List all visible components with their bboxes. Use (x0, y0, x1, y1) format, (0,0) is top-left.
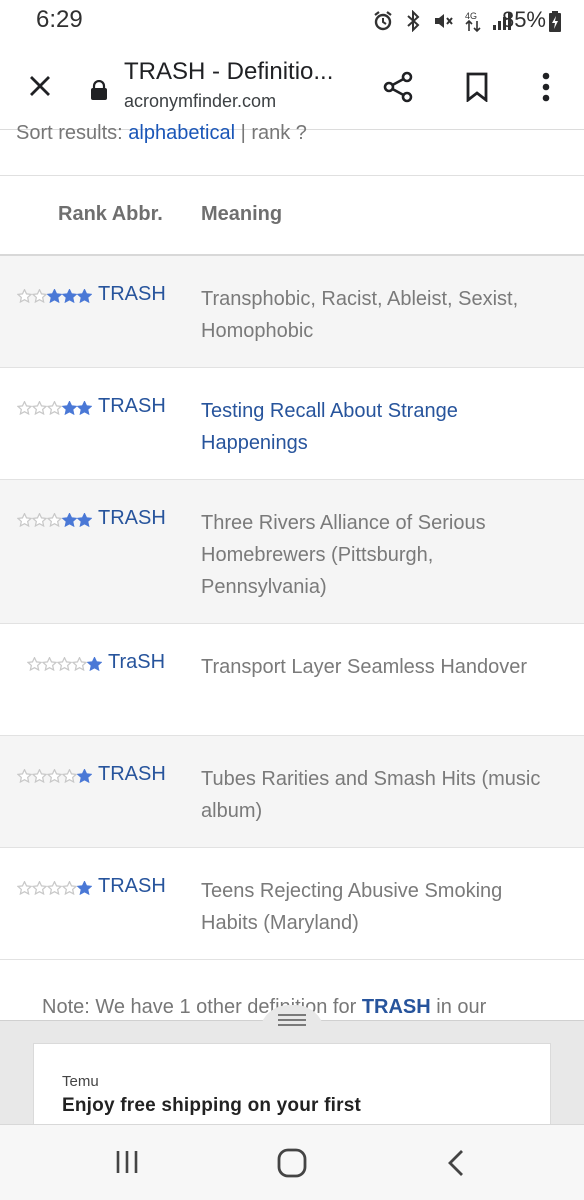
star-filled-icon (77, 513, 92, 527)
table-header: Rank Abbr. Meaning (0, 176, 584, 256)
star-empty-icon (17, 513, 32, 527)
share-icon (383, 71, 413, 103)
header-rank-abbr: Rank Abbr. (58, 203, 163, 225)
more-options-button[interactable] (526, 66, 566, 108)
star-filled-icon (77, 289, 92, 303)
results-table: Rank Abbr. Meaning TRASH Transphobic, Ra… (0, 175, 584, 960)
star-empty-icon (62, 881, 77, 895)
star-empty-icon (47, 881, 62, 895)
close-icon (30, 76, 50, 96)
star-filled-icon (77, 881, 92, 895)
lock-icon (91, 80, 107, 100)
star-empty-icon (17, 881, 32, 895)
status-icons: 4G (372, 9, 514, 33)
star-filled-icon (77, 401, 92, 415)
table-row: TRASH Tubes Rarities and Smash Hits (mus… (0, 736, 584, 848)
star-empty-icon (17, 769, 32, 783)
sort-separator: | (235, 122, 252, 144)
abbr-link[interactable]: TRASH (98, 763, 166, 786)
bookmark-button[interactable] (456, 66, 498, 108)
svg-text:4G: 4G (465, 11, 477, 21)
note-term-link[interactable]: TRASH (362, 996, 431, 1018)
status-time: 6:29 (36, 6, 83, 33)
status-bar: 6:29 4G 85% (0, 0, 584, 44)
battery-percent: 85% (501, 7, 546, 32)
rank-stars (17, 769, 92, 783)
abbr-link[interactable]: TRASH (98, 875, 166, 898)
abbr-link[interactable]: TraSH (108, 651, 165, 674)
battery-charging-icon (549, 11, 561, 32)
recents-icon[interactable] (112, 1149, 142, 1175)
data-arrows-icon: 4G (465, 11, 481, 33)
back-icon[interactable] (444, 1149, 468, 1177)
bookmark-icon (466, 72, 488, 102)
star-empty-icon (72, 657, 87, 671)
meaning-text: Transport Layer Seamless Handover (201, 656, 528, 678)
sort-options: Sort results: alphabetical | rank ? (16, 122, 307, 145)
star-empty-icon (47, 513, 62, 527)
sort-rank-link[interactable]: rank ? (251, 122, 307, 144)
meaning-text: Tubes Rarities and Smash Hits (music alb… (201, 768, 541, 822)
page-title: TRASH - Definitio... (124, 58, 334, 85)
star-empty-icon (17, 401, 32, 415)
meaning-text: Transphobic, Racist, Ableist, Sexist, Ho… (201, 288, 519, 342)
star-filled-icon (77, 769, 92, 783)
note-text: Note: We have 1 other definition for TRA… (42, 996, 486, 1019)
star-empty-icon (32, 769, 47, 783)
star-filled-icon (87, 657, 102, 671)
table-row: TRASH Transphobic, Racist, Ableist, Sexi… (0, 256, 584, 368)
table-row: TraSH Transport Layer Seamless Handover (0, 624, 584, 736)
star-empty-icon (62, 769, 77, 783)
star-empty-icon (32, 881, 47, 895)
star-empty-icon (32, 513, 47, 527)
ad-brand: Temu (62, 1073, 99, 1090)
star-empty-icon (47, 401, 62, 415)
drag-handle-icon (278, 1014, 306, 1026)
custom-tab-toolbar: TRASH - Definitio... acronymfinder.com (0, 44, 584, 130)
meaning-link[interactable]: Testing Recall About Strange Happenings (201, 395, 541, 459)
note-suffix: in our (430, 996, 487, 1018)
table-row: TRASH Three Rivers Alliance of Serious H… (0, 480, 584, 624)
star-empty-icon (57, 657, 72, 671)
meaning-text: Three Rivers Alliance of Serious Homebre… (201, 512, 486, 598)
star-empty-icon (32, 289, 47, 303)
rank-stars (17, 881, 92, 895)
star-filled-icon (62, 401, 77, 415)
rank-stars (17, 401, 92, 415)
star-filled-icon (62, 513, 77, 527)
table-row: TRASH Testing Recall About Strange Happe… (0, 368, 584, 480)
rank-stars (27, 657, 102, 671)
star-filled-icon (47, 289, 62, 303)
star-empty-icon (32, 401, 47, 415)
ad-headline: Enjoy free shipping on your first (62, 1095, 362, 1116)
rank-stars (17, 513, 92, 527)
share-button[interactable] (378, 66, 420, 108)
mute-icon (435, 14, 453, 28)
bluetooth-icon (407, 10, 420, 32)
star-empty-icon (42, 657, 57, 671)
table-row: TRASH Teens Rejecting Abusive Smoking Ha… (0, 848, 584, 960)
rank-stars (17, 289, 92, 303)
abbr-link[interactable]: TRASH (98, 395, 166, 418)
system-nav-bar (0, 1124, 584, 1200)
star-filled-icon (62, 289, 77, 303)
abbr-link[interactable]: TRASH (98, 283, 166, 306)
page-url: acronymfinder.com (124, 91, 277, 111)
close-button[interactable] (20, 66, 60, 106)
ad-card[interactable]: Temu Enjoy free shipping on your first (33, 1043, 551, 1125)
ad-bottom-sheet: Temu Enjoy free shipping on your first (0, 1005, 584, 1125)
home-icon[interactable] (276, 1147, 308, 1179)
star-empty-icon (17, 289, 32, 303)
meaning-text: Teens Rejecting Abusive Smoking Habits (… (201, 880, 503, 934)
sort-label: Sort results: (16, 122, 129, 144)
abbr-link[interactable]: TRASH (98, 507, 166, 530)
star-empty-icon (27, 657, 42, 671)
star-empty-icon (47, 769, 62, 783)
sort-alphabetical-link[interactable]: alphabetical (128, 122, 235, 144)
header-meaning: Meaning (201, 203, 283, 225)
more-vert-icon (542, 72, 550, 102)
alarm-icon (374, 11, 392, 31)
